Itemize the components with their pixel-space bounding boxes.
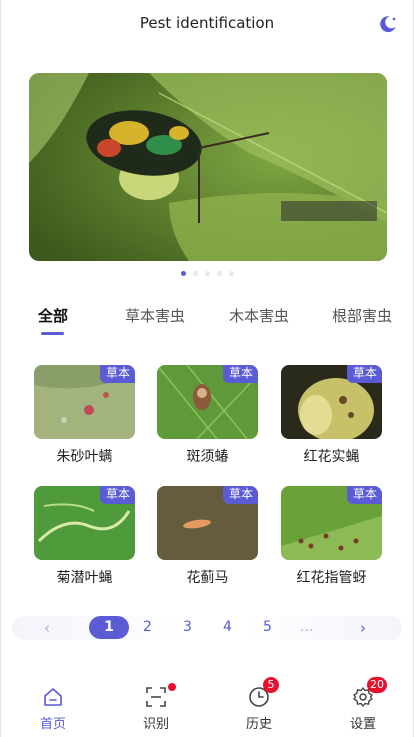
pagination: ‹ 1 2 3 4 5 ... › xyxy=(12,616,402,640)
pest-thumbnail: 草本 xyxy=(157,365,258,439)
scan-icon xyxy=(146,687,166,707)
banner-carousel[interactable] xyxy=(29,73,387,261)
home-icon xyxy=(44,688,62,706)
settings-count-badge: 20 xyxy=(367,677,387,693)
page-1-button[interactable]: 1 xyxy=(89,616,129,639)
next-page-button[interactable]: › xyxy=(360,619,366,637)
tab-herbaceous-pests[interactable]: 草本害虫 xyxy=(125,305,185,326)
pest-thumbnail: 草本 xyxy=(34,365,135,439)
pest-card[interactable]: 草本 红花指管蚜 xyxy=(281,486,382,587)
tab-root-pests[interactable]: 根部害虫 xyxy=(332,305,392,326)
category-badge: 草本 xyxy=(99,486,135,504)
tabbar-settings[interactable]: 20 设置 xyxy=(333,677,393,732)
page-5-button[interactable]: 5 xyxy=(263,619,272,635)
left-border xyxy=(0,0,1,737)
pest-name: 斑须蝽 xyxy=(186,449,229,465)
page-4-button[interactable]: 4 xyxy=(223,619,232,635)
carousel-dot[interactable] xyxy=(216,271,222,276)
pest-thumbnail: 草本 xyxy=(34,486,135,560)
pagination-background xyxy=(12,616,402,640)
page-2-button[interactable]: 2 xyxy=(143,619,152,635)
pest-thumbnail: 草本 xyxy=(281,365,382,439)
header: Pest identification xyxy=(0,0,414,48)
category-badge: 草本 xyxy=(346,365,382,383)
pest-thumbnail: 草本 xyxy=(281,486,382,560)
tabbar-label: 首页 xyxy=(39,717,66,732)
pest-card[interactable]: 草本 朱砂叶螨 xyxy=(34,365,135,466)
carousel-dot[interactable] xyxy=(228,271,234,276)
pest-card[interactable]: 草本 菊潜叶蝇 xyxy=(34,486,135,587)
tab-woody-pests[interactable]: 木本害虫 xyxy=(229,305,289,326)
carousel-indicator xyxy=(0,271,414,277)
tab-all[interactable]: 全部 xyxy=(38,305,68,326)
pest-card[interactable]: 草本 斑须蝽 xyxy=(157,365,258,466)
page-3-button[interactable]: 3 xyxy=(183,619,192,635)
tabbar-history[interactable]: 5 历史 xyxy=(229,677,289,732)
carousel-dot[interactable] xyxy=(180,271,186,276)
tabbar-home[interactable]: 首页 xyxy=(23,686,83,732)
carousel-dot[interactable] xyxy=(192,271,198,276)
page-title: Pest identification xyxy=(139,14,275,32)
pest-card[interactable]: 草本 花蓟马 xyxy=(157,486,258,587)
pest-name: 红花实蝇 xyxy=(303,449,360,465)
tabbar-label: 识别 xyxy=(142,717,169,732)
category-tabs: 全部 草本害虫 木本害虫 根部害虫 xyxy=(0,305,414,339)
prev-page-button[interactable]: ‹ xyxy=(44,619,50,637)
history-count-badge: 5 xyxy=(263,677,279,693)
tabbar-label: 历史 xyxy=(245,717,272,732)
tabbar-identify[interactable]: 识别 xyxy=(126,683,186,732)
pest-name: 红花指管蚜 xyxy=(296,570,367,586)
pest-card[interactable]: 草本 红花实蝇 xyxy=(281,365,382,466)
moon-icon[interactable] xyxy=(379,15,397,33)
bottom-tabbar: 首页 识别 5 历史 20 设置 xyxy=(0,677,414,737)
pest-thumbnail: 草本 xyxy=(157,486,258,560)
banner-image xyxy=(29,73,387,261)
pest-name: 菊潜叶蝇 xyxy=(56,570,113,586)
notification-dot xyxy=(168,683,176,691)
carousel-dot[interactable] xyxy=(204,271,210,276)
pest-name: 花蓟马 xyxy=(186,570,229,586)
category-badge: 草本 xyxy=(346,486,382,504)
category-badge: 草本 xyxy=(222,365,258,383)
category-badge: 草本 xyxy=(99,365,135,383)
tabbar-label: 设置 xyxy=(349,717,376,732)
active-tab-indicator xyxy=(41,332,64,335)
category-badge: 草本 xyxy=(222,486,258,504)
pagination-ellipsis: ... xyxy=(300,619,314,635)
pest-name: 朱砂叶螨 xyxy=(56,449,113,465)
